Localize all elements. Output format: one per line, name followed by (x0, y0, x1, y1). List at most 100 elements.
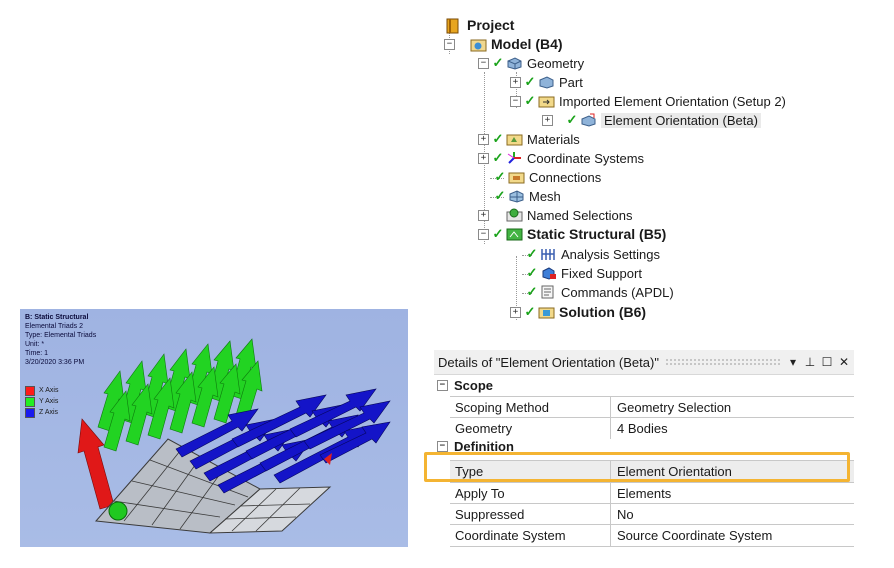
tree-item-solution[interactable]: + ✓ Solution (B6) (510, 303, 646, 321)
collapse-icon[interactable]: − (510, 95, 521, 107)
collapse-icon[interactable]: − (478, 57, 489, 69)
highlight-box (424, 452, 850, 482)
legend-label: Y Axis (39, 398, 59, 405)
z-axis-swatch (25, 407, 35, 418)
fixed-support-icon (540, 266, 557, 281)
tree-item-geometry[interactable]: − ✓ Geometry (478, 54, 584, 72)
viewport-result-name: Elemental Triads 2 (25, 323, 83, 330)
close-icon[interactable]: ✕ (837, 355, 851, 369)
analysis-settings-icon (540, 247, 557, 262)
expand-icon[interactable]: + (510, 306, 521, 318)
model-icon (470, 37, 487, 52)
tree-item-imported-element-orientation[interactable]: − ✓ Imported Element Orientation (Setup … (510, 92, 786, 110)
tree-item-mesh[interactable]: ✓ Mesh (494, 187, 561, 205)
axis-legend: X Axis Y Axis Z Axis (25, 385, 58, 418)
tree-item-part[interactable]: + ✓ Part (510, 73, 583, 91)
y-axis-swatch (25, 396, 35, 407)
tree-label-mesh: Mesh (529, 188, 561, 204)
legend-label: X Axis (39, 387, 59, 394)
property-key: Apply To (450, 483, 611, 504)
expand-icon[interactable]: + (542, 114, 553, 126)
tree-item-materials[interactable]: + ✓ Materials (478, 130, 580, 148)
property-value[interactable]: Elements (611, 483, 854, 504)
materials-icon (506, 132, 523, 147)
maximize-icon[interactable]: ☐ (820, 355, 834, 369)
tree-item-element-orientation[interactable]: + ✓ Element Orientation (Beta) (542, 111, 761, 129)
tree-item-fixed-support[interactable]: ✓ Fixed Support (526, 264, 642, 282)
details-panel: Details of "Element Orientation (Beta)" … (434, 350, 854, 548)
viewport-time: Time: 1 (25, 350, 49, 357)
legend-item-x: X Axis (25, 385, 58, 396)
static-structural-icon (506, 227, 523, 242)
tree-label-model: Model (B4) (491, 36, 563, 52)
graphics-viewport[interactable]: B: Static Structural Elemental Triads 2 … (20, 309, 408, 547)
group-scope[interactable]: − Scope (434, 375, 852, 395)
property-value[interactable]: 4 Bodies (611, 418, 854, 439)
property-row[interactable]: Apply To Elements (450, 482, 854, 504)
check-icon: ✓ (492, 55, 504, 70)
check-icon: ✓ (526, 246, 538, 261)
expand-icon[interactable]: + (478, 133, 489, 145)
property-row[interactable]: Geometry 4 Bodies (450, 417, 854, 439)
collapse-icon[interactable]: − (478, 228, 489, 240)
tree-label-project: Project (467, 17, 515, 33)
folder-import-icon (538, 94, 555, 109)
part-icon (538, 75, 555, 90)
mesh-icon (508, 189, 525, 204)
title-grip (664, 358, 780, 366)
check-icon: ✓ (492, 207, 504, 223)
tree-item-model[interactable]: − Model (B4) (444, 35, 563, 53)
tree-item-named-selections[interactable]: + ✓ Named Selections (478, 206, 633, 224)
geometry-icon (506, 56, 523, 71)
pin-icon[interactable]: ⊥ (803, 355, 817, 369)
property-row[interactable]: Suppressed No (450, 503, 854, 525)
tree-item-analysis-settings[interactable]: ✓ Analysis Settings (526, 245, 660, 263)
property-value[interactable]: No (611, 504, 854, 525)
property-key: Suppressed (450, 504, 611, 525)
viewport-unit: Unit: * (25, 341, 45, 348)
viewport-title: B: Static Structural (25, 314, 89, 321)
tree-label-commands: Commands (APDL) (561, 284, 674, 300)
tree-label-static-structural: Static Structural (B5) (527, 226, 667, 242)
check-icon: ✓ (494, 169, 506, 184)
check-icon: ✓ (526, 265, 538, 280)
property-row[interactable]: Coordinate System Source Coordinate Syst… (450, 524, 854, 547)
details-title: Details of "Element Orientation (Beta)" (438, 354, 659, 370)
collapse-icon[interactable]: − (437, 441, 448, 452)
check-icon: ✓ (492, 150, 504, 165)
tree-label-analysis-settings: Analysis Settings (561, 246, 660, 262)
property-key: Geometry (450, 418, 611, 439)
group-definition[interactable]: − Definition (434, 439, 852, 453)
tree-item-connections[interactable]: ✓ Connections (494, 168, 602, 186)
tree-item-static-structural[interactable]: − ✓ Static Structural (B5) (478, 225, 666, 243)
property-key: Scoping Method (450, 397, 611, 418)
element-orientation-icon (580, 113, 597, 128)
check-icon: ✓ (492, 226, 504, 241)
tree-label-connections: Connections (529, 169, 602, 185)
property-value[interactable]: Geometry Selection (611, 397, 854, 418)
tree-label-element-orientation: Element Orientation (Beta) (601, 112, 761, 128)
property-row[interactable]: Scoping Method Geometry Selection (450, 396, 854, 418)
outline-tree: Project − Model (B4) − ✓ Geometry + ✓ Pa… (434, 12, 854, 330)
tree-item-commands[interactable]: ✓ Commands (APDL) (526, 283, 674, 301)
check-icon: ✓ (566, 112, 578, 127)
legend-item-y: Y Axis (25, 396, 58, 407)
tree-item-project[interactable]: Project (444, 16, 514, 34)
connections-icon (508, 170, 525, 185)
solution-icon (538, 305, 555, 320)
expand-icon[interactable]: + (478, 152, 489, 164)
viewport-type: Type: Elemental Triads (25, 332, 97, 339)
property-value[interactable]: Source Coordinate System (611, 525, 854, 546)
expand-icon[interactable]: + (478, 209, 489, 221)
expand-icon[interactable]: + (510, 76, 521, 88)
tree-label-materials: Materials (527, 131, 580, 147)
coordinate-systems-icon (506, 151, 523, 166)
tree-label-fixed-support: Fixed Support (561, 265, 642, 281)
dropdown-arrow-icon[interactable]: ▾ (786, 355, 800, 369)
group-definition-label: Definition (454, 439, 514, 453)
collapse-icon[interactable]: − (444, 38, 455, 50)
check-icon: ✓ (524, 93, 536, 108)
tree-item-coordinate-systems[interactable]: + ✓ Coordinate Systems (478, 149, 644, 167)
collapse-icon[interactable]: − (437, 379, 448, 391)
tree-label-part: Part (559, 74, 583, 90)
